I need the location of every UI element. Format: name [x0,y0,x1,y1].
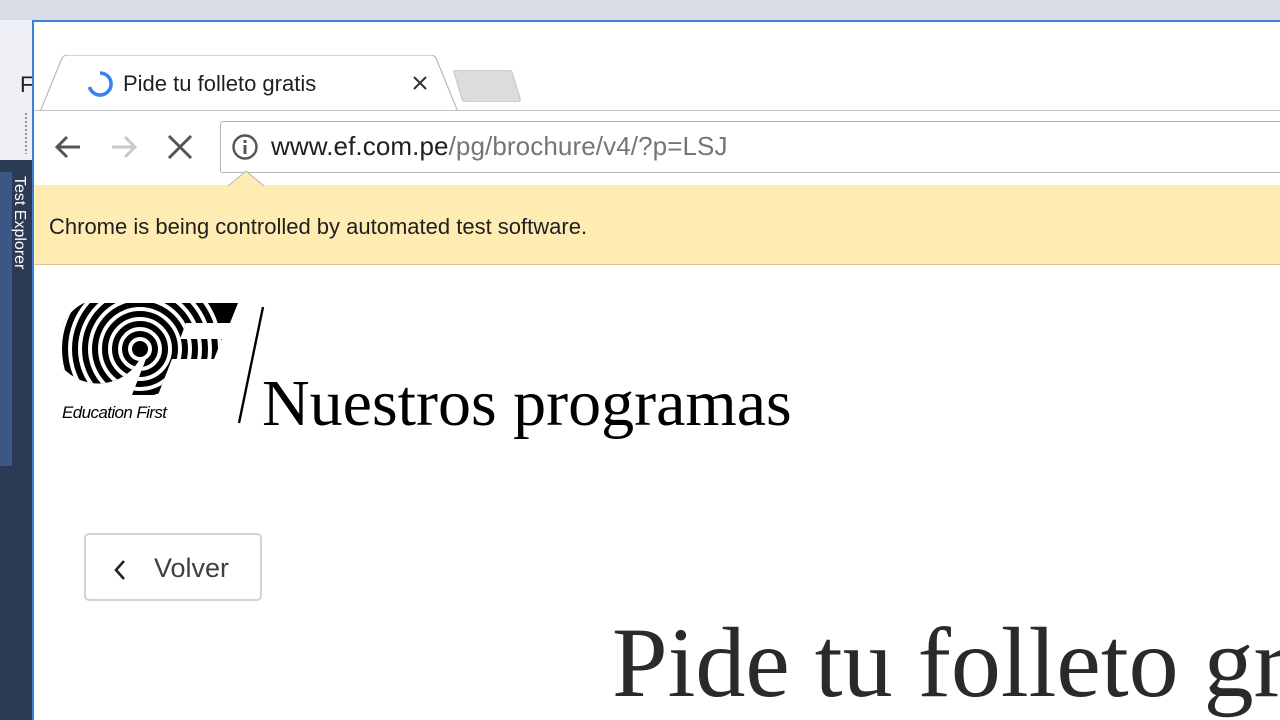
back-button[interactable] [50,129,86,165]
ef-logo[interactable]: Education First [58,303,242,427]
ide-title-bar [0,0,1280,20]
browser-window: Pide tu folleto gratis www.ef.com.pe/pg/… [32,20,1280,720]
stop-button[interactable] [162,129,198,165]
infobar-pointer [228,170,264,186]
ide-side-dock: Test Explorer [0,160,34,720]
ide-left-panel: F [0,20,34,160]
spinner-icon [86,70,114,98]
url-host: www.ef.com.pe [271,131,449,161]
volver-label: Volver [154,553,230,583]
close-icon [167,134,193,160]
page-content: Education First Nuestros programas Volve… [34,265,1280,720]
test-explorer-label[interactable]: Test Explorer [10,176,28,269]
url-text[interactable]: www.ef.com.pe/pg/brochure/v4/?p=LSJ [271,131,728,162]
tab-strip: Pide tu folleto gratis [34,22,1280,113]
info-icon[interactable] [231,133,259,161]
toolbar-grip-icon[interactable] [24,112,28,154]
browser-toolbar: www.ef.com.pe/pg/brochure/v4/?p=LSJ [34,111,1280,185]
new-tab-button[interactable] [452,69,522,103]
infobar-message: Chrome is being controlled by automated … [49,214,588,239]
section-title: Nuestros programas [262,367,792,440]
tab-active[interactable]: Pide tu folleto gratis [40,55,458,113]
forward-button[interactable] [106,129,142,165]
ef-logo-mark [58,303,238,395]
address-bar[interactable]: www.ef.com.pe/pg/brochure/v4/?p=LSJ [220,121,1280,173]
volver-button[interactable]: Volver [84,533,262,601]
url-path: /pg/brochure/v4/?p=LSJ [448,131,728,161]
ef-logo-caption: Education First [62,403,167,422]
close-icon[interactable] [406,69,434,97]
chevron-left-icon [114,560,125,580]
automation-infobar: Chrome is being controlled by automated … [34,185,1280,265]
arrow-left-icon [54,135,80,159]
tab-title: Pide tu folleto gratis [123,71,317,96]
arrow-right-icon [112,135,138,159]
hero-title: Pide tu folleto gratis [612,607,1280,718]
